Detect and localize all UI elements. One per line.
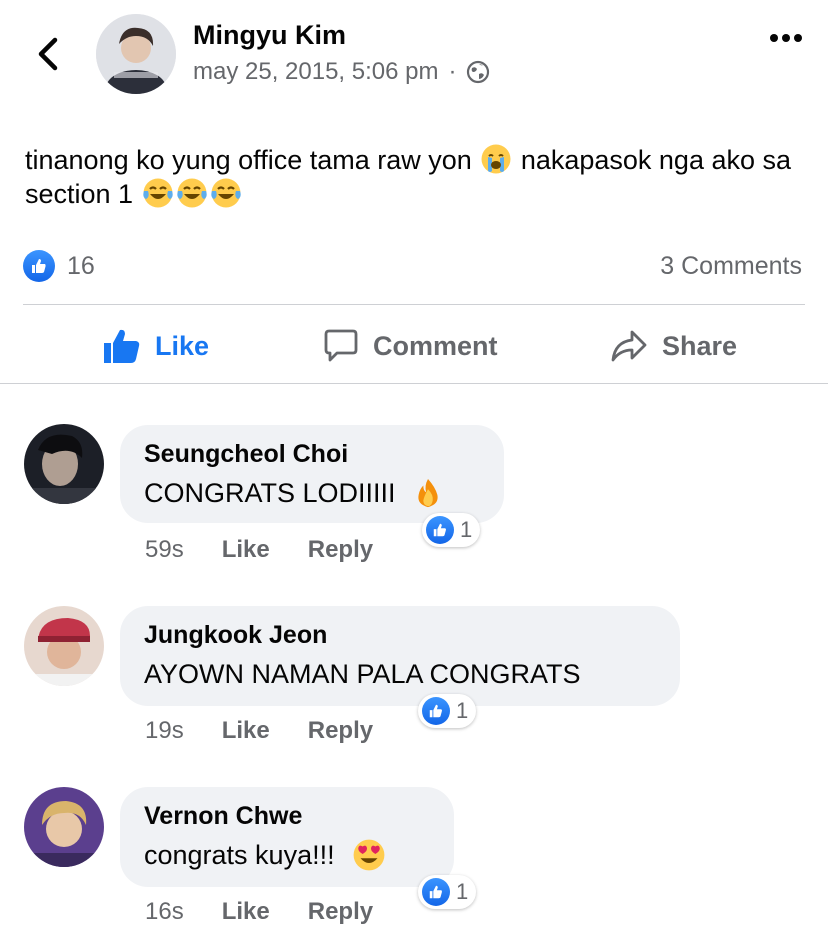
commenter-avatar[interactable] — [24, 424, 104, 504]
comment-button[interactable]: Comment — [323, 325, 498, 367]
comment-like-button[interactable]: Like — [222, 536, 270, 564]
like-reaction-icon — [422, 697, 450, 725]
post-timestamp[interactable]: may 25, 2015, 5:06 pm — [193, 58, 438, 86]
meta-separator: · — [448, 58, 457, 85]
comment-footer: 59s Like Reply — [145, 536, 373, 564]
thumbs-up-icon — [104, 329, 140, 363]
commenter-avatar[interactable] — [24, 787, 104, 867]
post-text: tinanong ko yung office tama raw yon nak… — [25, 143, 795, 211]
commenter-name[interactable]: Jungkook Jeon — [144, 620, 656, 650]
share-arrow-icon — [611, 330, 647, 362]
author-name[interactable]: Mingyu Kim — [193, 20, 346, 51]
comment-reaction-pill[interactable]: 1 — [418, 694, 477, 728]
share-label: Share — [662, 330, 738, 361]
comment-text: CONGRATS LODIIIII — [144, 473, 480, 513]
like-reaction-icon — [426, 516, 454, 544]
comment-reply-button[interactable]: Reply — [308, 717, 373, 745]
comment-text-content: congrats kuya!!! — [144, 840, 335, 870]
comment-bubble[interactable]: Vernon Chwe congrats kuya!!! — [120, 787, 454, 887]
more-horizontal-icon — [770, 34, 802, 42]
reaction-summary[interactable]: 16 — [23, 250, 95, 282]
section-divider — [0, 383, 828, 384]
share-button[interactable]: Share — [610, 325, 737, 367]
author-avatar[interactable] — [96, 14, 176, 94]
post-text-part1: tinanong ko yung office tama raw yon — [25, 145, 472, 175]
comment-text: AYOWN NAMAN PALA CONGRATS — [144, 659, 581, 689]
tears-of-joy-icon — [210, 178, 241, 208]
comment-text: congrats kuya!!! — [144, 835, 430, 875]
comment-reaction-pill[interactable]: 1 — [422, 513, 481, 547]
like-button[interactable]: Like — [103, 325, 209, 367]
comment-footer: 16s Like Reply — [145, 898, 373, 926]
comment-footer: 19s Like Reply — [145, 717, 373, 745]
heart-eyes-icon — [353, 839, 385, 871]
comment-bubble[interactable]: Jungkook Jeon AYOWN NAMAN PALA CONGRATS — [120, 606, 680, 706]
comment-time: 19s — [145, 717, 184, 744]
globe-icon — [467, 60, 490, 84]
comment-reply-button[interactable]: Reply — [308, 898, 373, 926]
comment-reaction-count: 1 — [456, 879, 469, 904]
comment-time: 16s — [145, 898, 184, 925]
fire-icon — [418, 478, 438, 508]
comment-like-button[interactable]: Like — [222, 898, 270, 926]
reaction-count: 16 — [67, 251, 95, 280]
loudly-crying-face-icon — [481, 144, 511, 174]
commenter-avatar[interactable] — [24, 606, 104, 686]
post-meta: may 25, 2015, 5:06 pm · — [193, 58, 490, 86]
chevron-left-icon — [38, 37, 58, 71]
commenter-name[interactable]: Vernon Chwe — [144, 801, 430, 831]
more-options-button[interactable] — [766, 26, 806, 50]
comment-bubble[interactable]: Seungcheol Choi CONGRATS LODIIIII — [120, 425, 504, 523]
comment-reply-button[interactable]: Reply — [308, 536, 373, 564]
like-reaction-icon — [422, 878, 450, 906]
like-reaction-icon — [23, 250, 55, 282]
comment-reaction-count: 1 — [456, 698, 469, 723]
comments-count[interactable]: 3 Comments — [660, 252, 802, 281]
back-button[interactable] — [28, 34, 68, 74]
comment-reaction-pill[interactable]: 1 — [418, 875, 477, 909]
joy-emojis — [141, 178, 243, 209]
comment-reaction-count: 1 — [460, 517, 473, 542]
comment-like-button[interactable]: Like — [222, 717, 270, 745]
tears-of-joy-icon — [176, 178, 207, 208]
like-label: Like — [155, 330, 210, 361]
tears-of-joy-icon — [142, 178, 173, 208]
comment-label: Comment — [373, 330, 498, 361]
commenter-name[interactable]: Seungcheol Choi — [144, 439, 480, 469]
comment-text-content: CONGRATS LODIIIII — [144, 478, 396, 508]
comment-bubble-icon — [324, 329, 358, 362]
divider — [23, 304, 805, 305]
comment-time: 59s — [145, 536, 184, 563]
